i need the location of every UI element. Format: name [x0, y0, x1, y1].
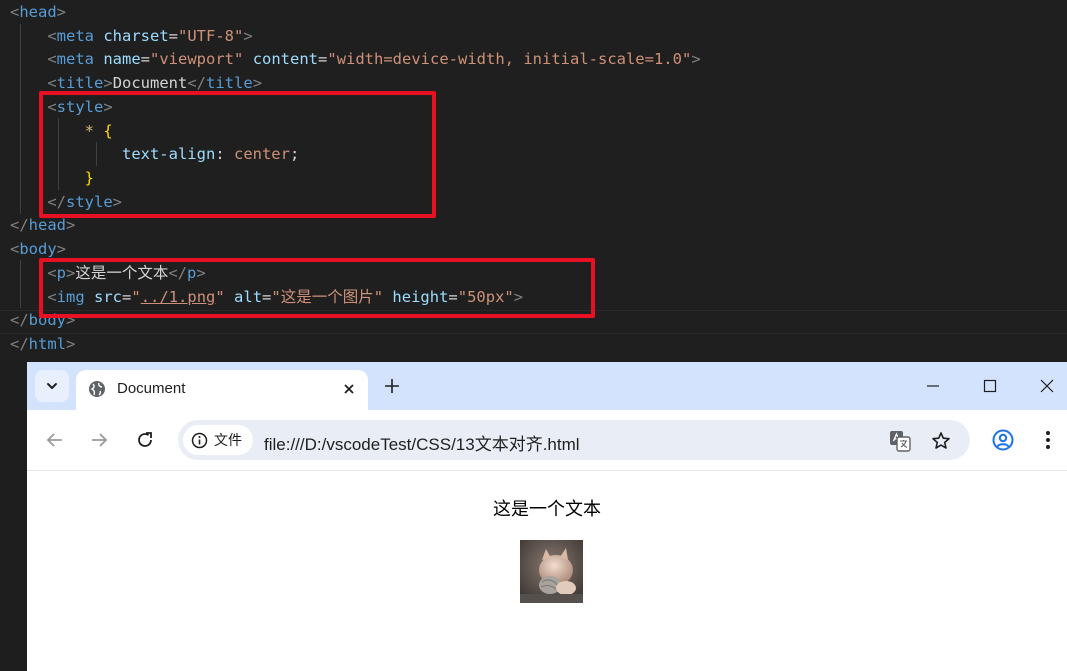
code-editor[interactable]: <head> <meta charset="UTF-8"> <meta name… [0, 0, 1067, 362]
minimize-icon [927, 385, 939, 387]
profile-button[interactable] [991, 428, 1015, 452]
new-tab-button[interactable] [381, 375, 403, 397]
reload-button[interactable] [133, 428, 157, 452]
tab-document[interactable]: Document [76, 370, 368, 410]
forward-icon [92, 433, 108, 447]
page-paragraph: 这是一个文本 [493, 499, 601, 520]
address-bar[interactable]: 文件 file:///D:/vscodeTest/CSS/13文本对齐.html [178, 420, 970, 460]
globe-icon [89, 381, 105, 397]
code-line: <meta name="viewport" content="width=dev… [47, 50, 701, 68]
profile-icon [992, 429, 1014, 451]
chevron-down-icon [47, 383, 57, 389]
info-icon [191, 432, 208, 448]
back-icon [46, 433, 62, 447]
browser-toolbar: 文件 file:///D:/vscodeTest/CSS/13文本对齐.html [27, 410, 1067, 471]
star-icon [932, 432, 950, 449]
maximize-button[interactable] [978, 374, 1002, 398]
forward-button[interactable] [87, 428, 111, 452]
maximize-icon [983, 379, 997, 393]
code-line: </html> [10, 335, 76, 353]
kitten-image [520, 540, 583, 603]
tab-search-button[interactable] [35, 370, 69, 402]
chip-label: 文件 [214, 432, 242, 448]
translate-icon [890, 431, 911, 452]
code-line: <head> [10, 3, 67, 21]
url-text[interactable]: file:///D:/vscodeTest/CSS/13文本对齐.html [264, 430, 580, 455]
plus-icon [385, 379, 399, 393]
reload-icon [138, 432, 152, 447]
code-line: <meta charset="UTF-8"> [47, 27, 253, 45]
close-icon [344, 384, 354, 394]
menu-button[interactable] [1036, 428, 1060, 452]
back-button[interactable] [43, 428, 67, 452]
window-close-icon [1040, 379, 1054, 393]
translate-button[interactable] [888, 429, 912, 453]
menu-icon [1046, 431, 1050, 449]
minimize-button[interactable] [921, 374, 945, 398]
site-info-chip[interactable]: 文件 [183, 425, 253, 455]
annotation-box-style [39, 91, 436, 218]
tab-close-button[interactable] [338, 378, 360, 400]
browser-window: Document 文件 file:///D:/vscodeTest/CSS/13… [27, 362, 1067, 671]
tab-strip: Document [27, 362, 1067, 410]
bookmark-button[interactable] [929, 429, 953, 453]
page-viewport: 这是一个文本 [27, 471, 1067, 671]
window-close-button[interactable] [1035, 374, 1059, 398]
tab-title: Document [117, 380, 186, 397]
annotation-box-body [39, 258, 595, 318]
